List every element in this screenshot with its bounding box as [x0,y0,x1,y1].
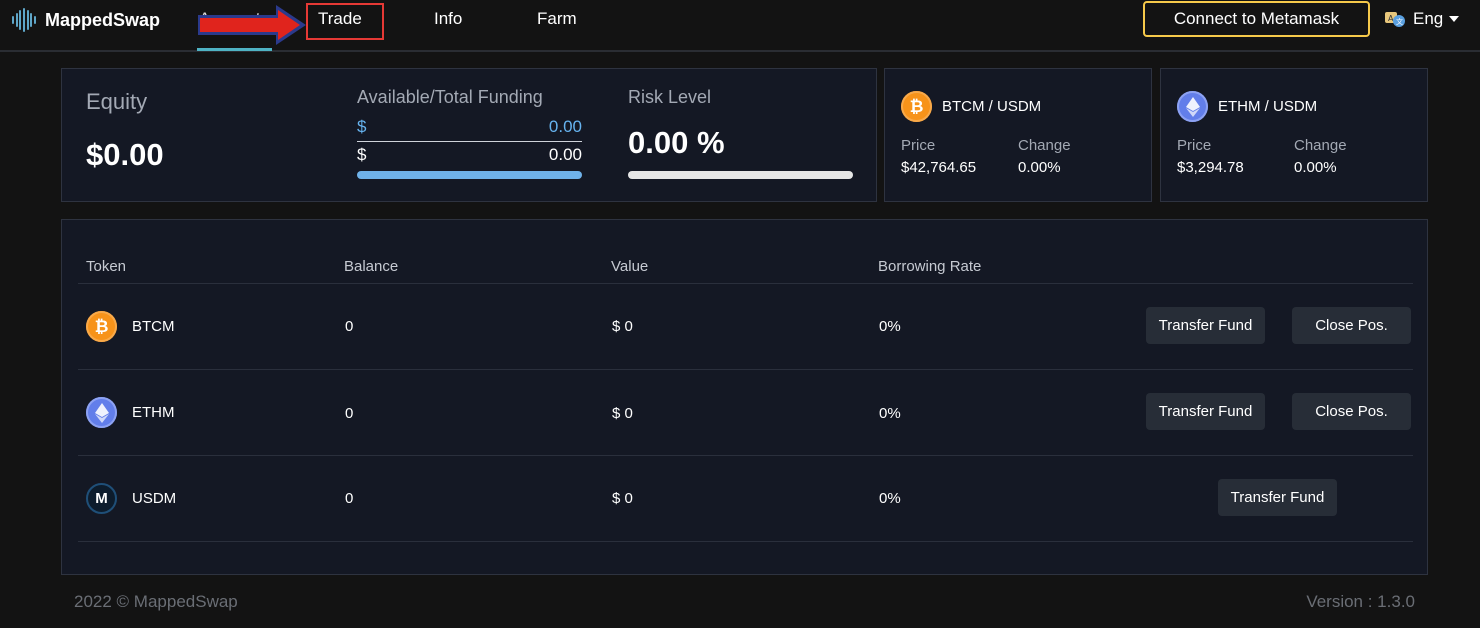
available-value: 0.00 [548,117,582,136]
pair-card-ethm: ETHM / USDM Price $3,294.78 Change 0.00% [1160,68,1428,202]
language-selector[interactable]: A 文 Eng [1384,9,1460,29]
header-token: Token [86,258,127,275]
brand-logo[interactable]: MappedSwap [12,8,160,32]
pair-price: Price $3,294.78 [1177,137,1244,176]
change-value: 0.00% [1294,159,1337,176]
footer-version: Version : 1.3.0 [1306,592,1415,611]
equity-value: $0.00 [86,137,164,172]
top-nav: MappedSwap Account Trade Info Farm Conne… [0,0,1480,52]
available-currency: $ [357,117,367,136]
token-name: BTCM [132,318,175,335]
trade-highlight-box [306,3,384,40]
annotation-arrow-icon [198,5,306,45]
pair-header: ETHM / USDM [1177,91,1317,122]
risk-level-label: Risk Level [628,87,712,107]
close-position-button[interactable]: Close Pos. [1292,307,1411,344]
connect-metamask-button[interactable]: Connect to Metamask [1143,1,1370,37]
rate-cell: 0% [879,318,901,335]
available-funding-row: $ 0.00 [357,117,582,137]
bitcoin-icon: ₿ [86,311,117,342]
token-name: USDM [132,490,177,507]
value-cell: $ 0 [612,490,633,507]
pair-card-btcm: ₿ BTCM / USDM Price $42,764.65 Change 0.… [884,68,1152,202]
transfer-fund-button[interactable]: Transfer Fund [1146,393,1265,430]
table-row-token: ₿ BTCM [86,311,175,342]
pair-price: Price $42,764.65 [901,137,976,176]
change-value: 0.00% [1018,159,1061,176]
nav-info[interactable]: Info [434,9,462,29]
divider [78,541,1413,542]
ethereum-icon [1177,91,1208,122]
header-balance: Balance [344,258,399,275]
total-value: 0.00 [548,145,582,164]
balance-cell: 0 [345,318,354,335]
funding-progress-bar [357,171,582,179]
equity-label: Equity [86,89,148,114]
close-position-button[interactable]: Close Pos. [1292,393,1411,430]
ethereum-icon [86,397,117,428]
price-label: Price [901,137,936,154]
total-currency: $ [357,145,367,164]
svg-text:文: 文 [1396,17,1403,26]
bitcoin-icon: ₿ [901,91,932,122]
pair-name: ETHM / USDM [1218,98,1318,115]
risk-progress-bar [628,171,853,179]
transfer-fund-button[interactable]: Transfer Fund [1218,479,1337,516]
logo-bars-icon [12,8,36,32]
account-summary-card: Equity $0.00 Available/Total Funding $ 0… [61,68,877,202]
total-funding-row: $ 0.00 [357,141,582,165]
nav-farm[interactable]: Farm [537,9,577,29]
change-label: Change [1018,137,1071,154]
divider [78,455,1413,456]
footer-copyright: 2022 © MappedSwap [74,592,238,611]
divider [78,369,1413,370]
balance-cell: 0 [345,490,354,507]
language-label: Eng [1413,9,1444,28]
rate-cell: 0% [879,490,901,507]
chevron-down-icon [1449,16,1460,22]
price-value: $42,764.65 [901,159,977,176]
header-borrowing-rate: Borrowing Rate [878,258,982,275]
token-name: ETHM [132,404,175,421]
usdm-icon: M [86,483,117,514]
value-cell: $ 0 [612,405,633,422]
token-table: Token Balance Value Borrowing Rate ₿ BTC… [61,219,1428,575]
pair-change: Change 0.00% [1018,137,1071,176]
table-row-token: ETHM [86,397,175,428]
transfer-fund-button[interactable]: Transfer Fund [1146,307,1265,344]
brand-name: MappedSwap [45,9,161,30]
funding-label: Available/Total Funding [357,87,543,107]
change-label: Change [1294,137,1347,154]
pair-header: ₿ BTCM / USDM [901,91,1041,122]
value-cell: $ 0 [612,318,633,335]
header-value: Value [611,258,649,275]
price-label: Price [1177,137,1212,154]
table-row-token: M USDM [86,483,176,514]
divider [78,283,1413,284]
price-value: $3,294.78 [1177,159,1244,176]
active-tab-underline [197,48,272,51]
risk-level-value: 0.00 % [628,125,725,160]
balance-cell: 0 [345,405,354,422]
pair-name: BTCM / USDM [942,98,1042,115]
translate-icon: A 文 [1385,12,1405,27]
pair-change: Change 0.00% [1294,137,1347,176]
rate-cell: 0% [879,405,901,422]
